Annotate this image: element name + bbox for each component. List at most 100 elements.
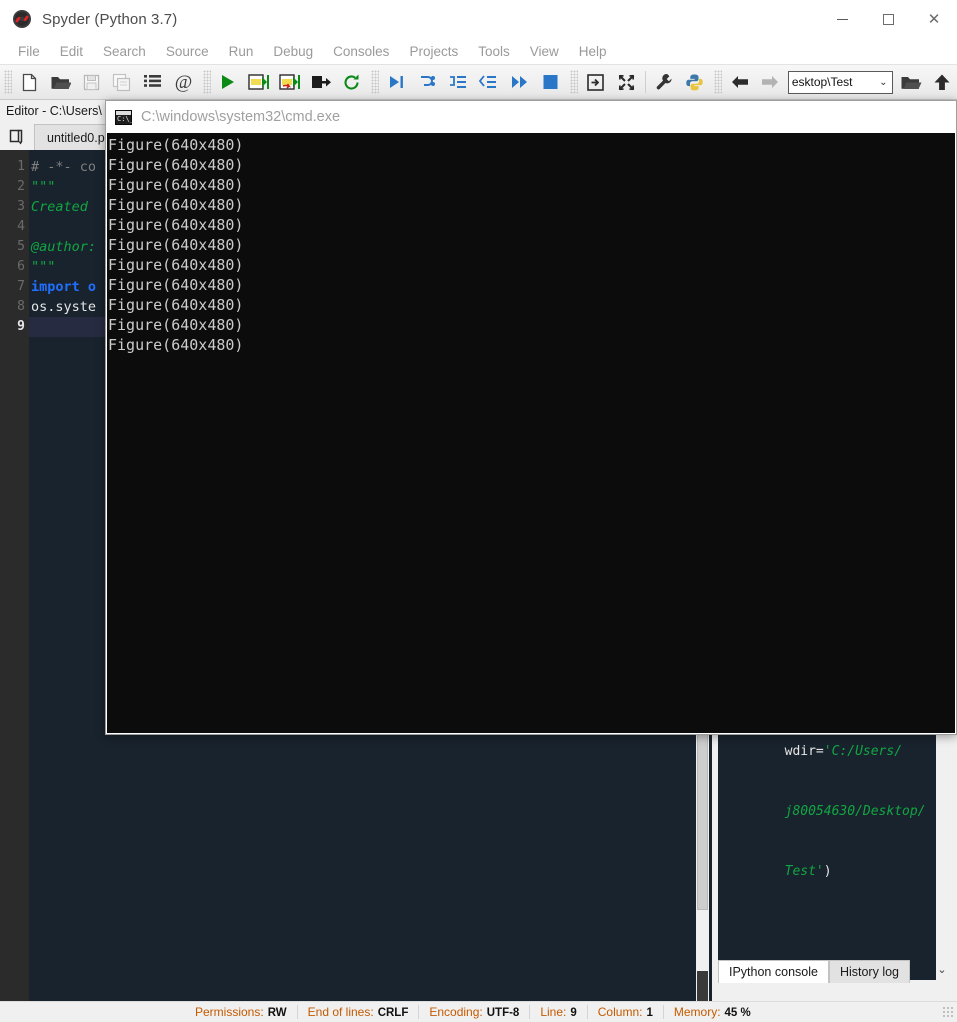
menu-search[interactable]: Search bbox=[93, 41, 156, 62]
toolbar-drag-handle-1[interactable] bbox=[4, 70, 12, 94]
menu-run[interactable]: Run bbox=[219, 41, 264, 62]
maximize-pane-icon[interactable] bbox=[580, 68, 611, 97]
status-value: RW bbox=[267, 1007, 287, 1019]
preferences-icon[interactable] bbox=[649, 68, 680, 97]
menu-source[interactable]: Source bbox=[156, 41, 219, 62]
close-button[interactable]: ✕ bbox=[911, 0, 957, 38]
menu-file[interactable]: File bbox=[8, 41, 50, 62]
cmd-output-line: Figure(640x480) bbox=[108, 316, 244, 334]
tab-label: History log bbox=[839, 965, 899, 979]
status-value: CRLF bbox=[377, 1007, 409, 1019]
up-arrow-icon[interactable] bbox=[926, 68, 957, 97]
continue-icon[interactable] bbox=[504, 68, 535, 97]
code-token: # -*- co bbox=[31, 159, 97, 175]
pythonpath-manager-icon[interactable] bbox=[679, 68, 710, 97]
status-end-of-lines: End of lines: CRLF bbox=[308, 1005, 409, 1019]
status-label: Line: bbox=[540, 1005, 567, 1019]
menu-view[interactable]: View bbox=[520, 41, 569, 62]
menu-debug[interactable]: Debug bbox=[263, 41, 323, 62]
code-token: Created bbox=[31, 199, 88, 215]
step-over-icon[interactable] bbox=[412, 68, 443, 97]
status-separator bbox=[586, 1005, 588, 1019]
open-file-icon[interactable] bbox=[45, 68, 76, 97]
status-column: Column: 1 bbox=[598, 1005, 653, 1019]
line-number-current: 9 bbox=[17, 319, 25, 334]
debug-file-icon[interactable] bbox=[381, 68, 412, 97]
working-directory-value: esktop\Test bbox=[791, 75, 853, 89]
run-cell-advance-icon[interactable] bbox=[275, 68, 306, 97]
main-toolbar: @ esktop\Test ⌄ bbox=[0, 65, 957, 100]
run-file-icon[interactable] bbox=[213, 68, 244, 97]
back-icon[interactable] bbox=[724, 68, 755, 97]
forward-icon[interactable] bbox=[755, 68, 786, 97]
re-run-icon[interactable] bbox=[336, 68, 367, 97]
status-separator bbox=[418, 1005, 420, 1019]
cmd-output-line: Figure(640x480) bbox=[108, 336, 244, 354]
maximize-button[interactable] bbox=[865, 0, 911, 38]
save-file-icon[interactable] bbox=[76, 68, 107, 97]
step-into-icon[interactable] bbox=[443, 68, 474, 97]
save-all-icon[interactable] bbox=[106, 68, 137, 97]
menu-consoles[interactable]: Consoles bbox=[323, 41, 399, 62]
status-memory: Memory: 45 % bbox=[674, 1005, 751, 1019]
cmd-icon: C:\_ bbox=[115, 109, 134, 125]
browse-tabs-icon[interactable] bbox=[4, 124, 34, 150]
code-token: """ bbox=[31, 259, 56, 275]
toolbar-drag-handle-3[interactable] bbox=[371, 70, 379, 94]
line-number: 3 bbox=[17, 199, 25, 214]
menu-projects[interactable]: Projects bbox=[399, 41, 468, 62]
new-file-icon[interactable] bbox=[14, 68, 45, 97]
toolbar-drag-handle-2[interactable] bbox=[202, 70, 211, 94]
line-number: 2 bbox=[17, 179, 25, 194]
console-token: j80054630/Desktop/ bbox=[784, 804, 926, 819]
status-value: 1 bbox=[646, 1007, 653, 1019]
minimize-button[interactable] bbox=[819, 0, 865, 38]
stop-debug-icon[interactable] bbox=[535, 68, 566, 97]
status-permissions: Permissions: RW bbox=[195, 1005, 287, 1019]
cmd-output-line: Figure(640x480) bbox=[108, 256, 244, 274]
status-line: Line: 9 bbox=[540, 1005, 576, 1019]
cmd-output-line: Figure(640x480) bbox=[108, 176, 244, 194]
open-folder-icon[interactable] bbox=[895, 68, 926, 97]
working-directory-combobox[interactable]: esktop\Test ⌄ bbox=[787, 70, 894, 94]
step-return-icon[interactable] bbox=[473, 68, 504, 97]
line-number: 7 bbox=[17, 279, 25, 294]
run-cell-icon[interactable] bbox=[244, 68, 275, 97]
menu-help[interactable]: Help bbox=[569, 41, 617, 62]
toolbar-drag-handle-5[interactable] bbox=[714, 70, 723, 94]
cmd-exe-window[interactable]: C:\_ C:\windows\system32\cmd.exe Figure(… bbox=[105, 100, 957, 735]
status-encoding: Encoding: UTF-8 bbox=[429, 1005, 519, 1019]
file-switcher-icon[interactable] bbox=[137, 68, 168, 97]
status-label: End of lines: bbox=[307, 1005, 374, 1019]
menu-edit[interactable]: Edit bbox=[50, 41, 93, 62]
status-label: Encoding: bbox=[429, 1005, 483, 1019]
editor-tab-label: untitled0.p bbox=[47, 130, 105, 145]
tab-history-log[interactable]: History log bbox=[828, 960, 910, 983]
code-token: import o bbox=[31, 279, 97, 295]
tab-label: IPython console bbox=[729, 965, 818, 979]
cmd-output-line: Figure(640x480) bbox=[108, 196, 244, 214]
run-selection-icon[interactable] bbox=[305, 68, 336, 97]
status-value: UTF-8 bbox=[486, 1007, 520, 1019]
console-tab-bar: IPython console History log bbox=[718, 959, 957, 983]
console-vertical-scrollbar[interactable]: ⌄ bbox=[936, 720, 954, 980]
fullscreen-icon[interactable] bbox=[611, 68, 642, 97]
resize-grip[interactable] bbox=[942, 1006, 954, 1018]
tab-ipython-console[interactable]: IPython console bbox=[718, 960, 829, 983]
menu-tools[interactable]: Tools bbox=[468, 41, 520, 62]
code-token: os.syste bbox=[31, 299, 97, 315]
find-symbols-icon[interactable]: @ bbox=[168, 68, 199, 97]
chevron-down-icon[interactable]: ⌄ bbox=[874, 77, 892, 88]
ipython-console-output[interactable]: wdir='C:/Users/ j80054630/Desktop/ Test'… bbox=[718, 720, 940, 980]
toolbar-drag-handle-4[interactable] bbox=[569, 70, 578, 94]
menu-bar: File Edit Search Source Run Debug Consol… bbox=[0, 38, 957, 65]
title-bar: Spyder (Python 3.7) ✕ bbox=[0, 0, 957, 38]
status-separator bbox=[662, 1005, 664, 1019]
scrollbar-bottom-area bbox=[697, 971, 708, 1001]
cmd-console-output[interactable]: Figure(640x480) Figure(640x480) Figure(6… bbox=[107, 133, 955, 733]
line-number: 1 bbox=[17, 159, 25, 174]
status-separator bbox=[296, 1005, 298, 1019]
code-token: @author: bbox=[31, 239, 97, 255]
cmd-title-bar[interactable]: C:\_ C:\windows\system32\cmd.exe bbox=[106, 101, 956, 133]
console-token: ) bbox=[823, 864, 832, 879]
